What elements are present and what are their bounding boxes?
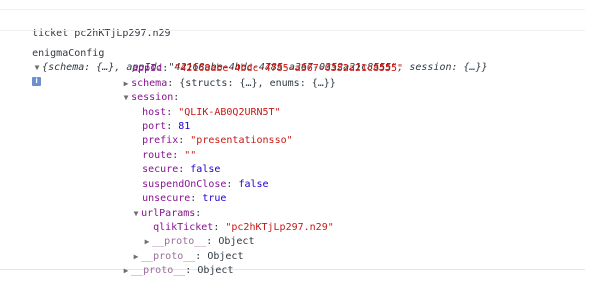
prop-proto-root[interactable]: ▶ __proto__: Object — [97, 250, 234, 292]
log-label: enigmaConfig — [32, 48, 105, 59]
prop-value: "QLIK-AB0Q2URN5T" — [178, 107, 281, 118]
divider — [0, 30, 585, 31]
prop-value: Object — [197, 265, 234, 276]
expand-triangle-icon[interactable]: ▶ — [121, 264, 131, 278]
prop-key: __proto__ — [131, 265, 186, 276]
prop-value: "presentationsso" — [190, 135, 293, 146]
collapse-triangle-icon[interactable]: ▼ — [32, 61, 42, 75]
prop-value: {structs: {…}, enums: {…}} — [179, 78, 336, 89]
divider — [0, 9, 585, 10]
prop-value: true — [202, 193, 227, 204]
console-panel: ticket pc2hKTjLp297.n29 enigmaConfig ▼ {s… — [0, 0, 585, 276]
colon: : — [185, 265, 192, 276]
info-icon[interactable]: i — [32, 76, 42, 86]
prop-value: false — [238, 179, 269, 190]
colon: : — [226, 179, 233, 190]
scrollbar[interactable] — [585, 0, 614, 269]
